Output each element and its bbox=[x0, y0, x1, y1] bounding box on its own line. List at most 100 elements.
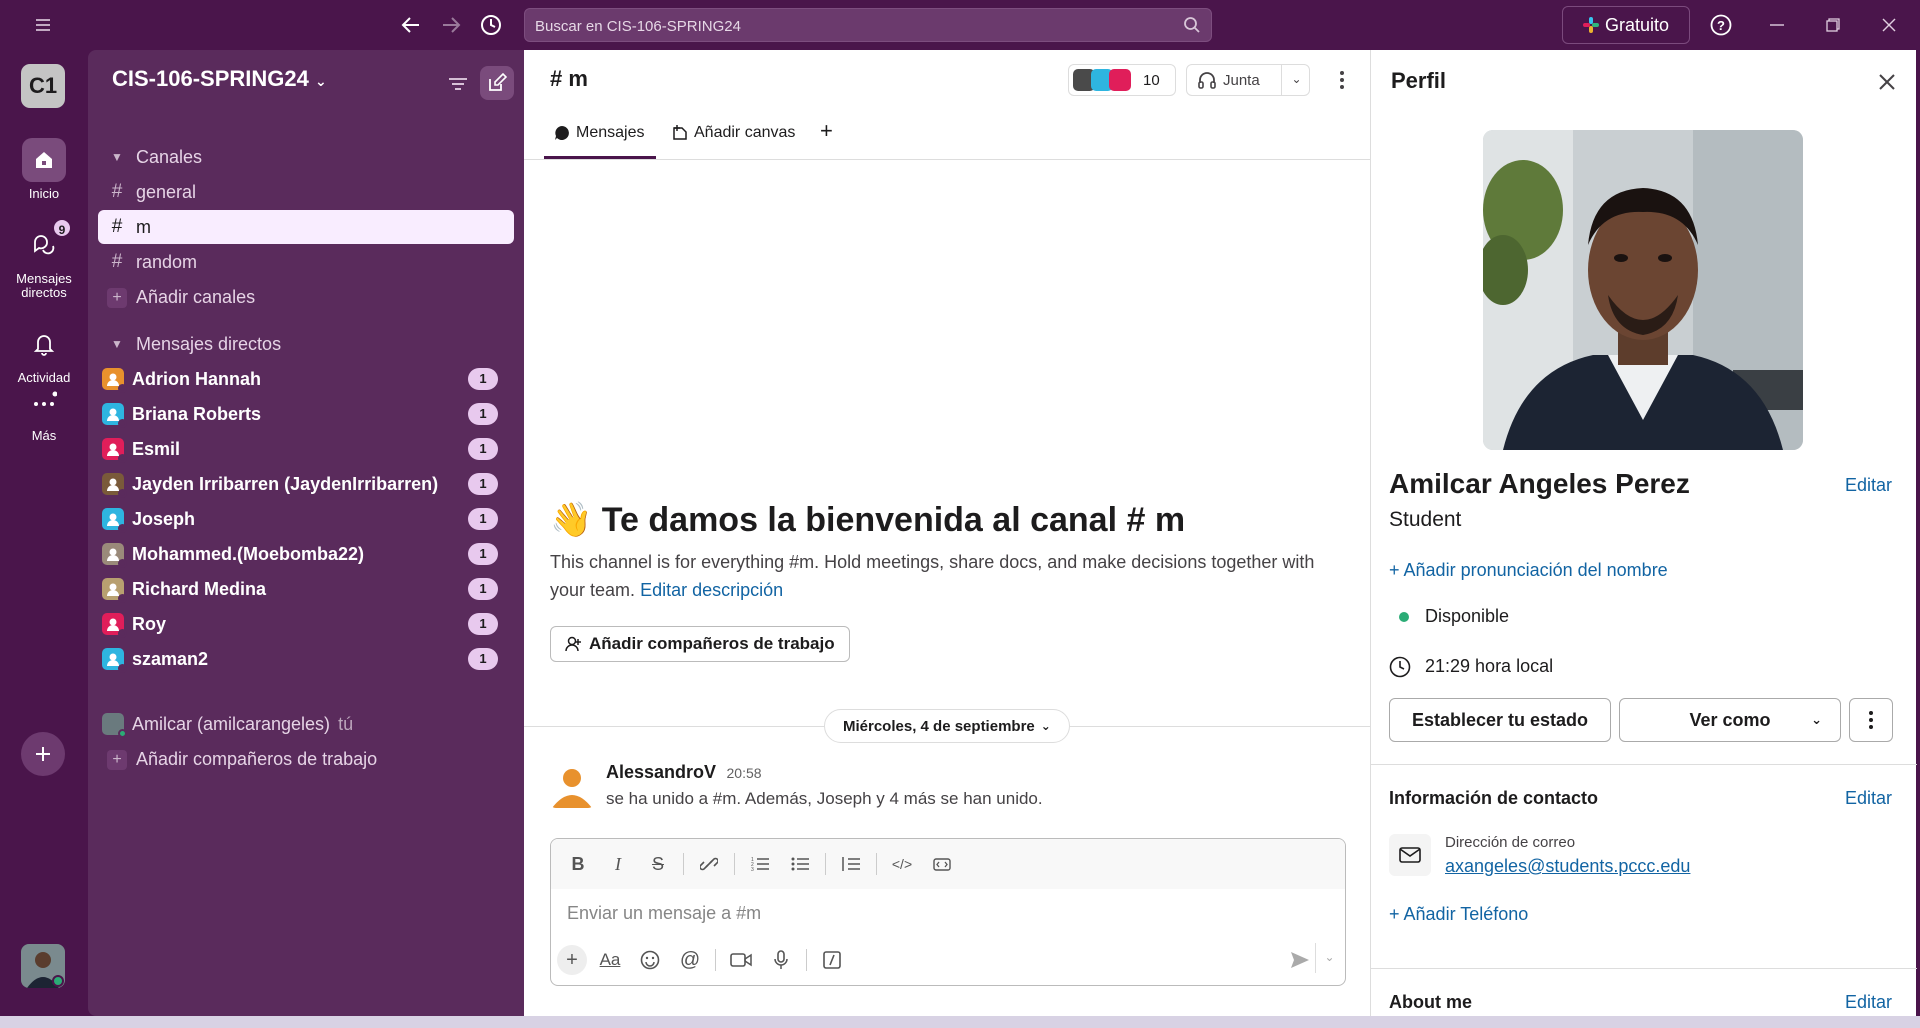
link-icon[interactable] bbox=[692, 847, 726, 881]
rail-item-home[interactable]: Inicio bbox=[0, 138, 88, 201]
rail-item-activity[interactable]: Actividad bbox=[0, 322, 88, 385]
help-icon[interactable]: ? bbox=[1708, 12, 1734, 38]
workspace-name-button[interactable]: CIS-106-SPRING24 ⌄ bbox=[112, 66, 327, 92]
add-phone-link[interactable]: + Añadir Teléfono bbox=[1389, 904, 1528, 925]
mention-icon[interactable]: @ bbox=[673, 943, 707, 977]
close-window-icon[interactable] bbox=[1876, 12, 1902, 38]
dm-item[interactable]: Richard Medina 1 bbox=[98, 572, 514, 606]
text-format-icon[interactable]: Aa bbox=[593, 943, 627, 977]
minimize-window-icon[interactable] bbox=[1764, 12, 1790, 38]
chevron-down-icon: ⌄ bbox=[1040, 719, 1051, 733]
microphone-icon[interactable] bbox=[764, 943, 798, 977]
add-coworkers-sidebar-button[interactable]: + Añadir compañeros de trabajo bbox=[98, 742, 514, 776]
message-timestamp[interactable]: 20:58 bbox=[727, 765, 762, 781]
dm-item[interactable]: Joseph 1 bbox=[98, 502, 514, 536]
edit-profile-link[interactable]: Editar bbox=[1845, 475, 1892, 496]
dm-name: Jayden Irribarren (JaydenIrribarren) bbox=[132, 473, 439, 494]
code-icon[interactable]: </> bbox=[885, 847, 919, 881]
edit-about-link[interactable]: Editar bbox=[1845, 992, 1892, 1013]
huddle-button[interactable]: Junta ⌄ bbox=[1186, 64, 1310, 96]
strikethrough-icon[interactable]: S bbox=[641, 847, 675, 881]
hamburger-menu-icon[interactable] bbox=[30, 13, 56, 37]
edit-description-link[interactable]: Editar descripción bbox=[640, 580, 783, 600]
dm-item[interactable]: Mohammed.(Moebomba22) 1 bbox=[98, 537, 514, 571]
back-arrow-icon[interactable] bbox=[398, 12, 424, 38]
view-as-button[interactable]: Ver como ⌄ bbox=[1619, 698, 1841, 742]
chevron-down-icon[interactable]: ⌄ bbox=[1281, 65, 1311, 95]
profile-more-icon[interactable] bbox=[1849, 698, 1893, 742]
ordered-list-icon[interactable]: 123 bbox=[743, 847, 777, 881]
profile-photo[interactable] bbox=[1483, 130, 1803, 450]
send-icon[interactable] bbox=[1287, 949, 1313, 971]
add-channels-button[interactable]: + Añadir canales bbox=[98, 280, 514, 314]
set-status-button[interactable]: Establecer tu estado bbox=[1389, 698, 1611, 742]
channel-item-general[interactable]: # general bbox=[98, 175, 514, 209]
send-options-chevron-icon[interactable]: ⌄ bbox=[1315, 943, 1343, 973]
dm-item[interactable]: szaman2 1 bbox=[98, 642, 514, 676]
bell-icon bbox=[22, 322, 66, 366]
dm-item[interactable]: Jayden Irribarren (JaydenIrribarren) 1 bbox=[98, 467, 514, 501]
italic-icon[interactable]: I bbox=[601, 847, 635, 881]
add-tab-plus-icon[interactable]: + bbox=[820, 118, 833, 144]
message-input[interactable]: Enviar un mensaje a #m bbox=[567, 903, 761, 924]
chevron-down-icon: ⌄ bbox=[1811, 712, 1822, 727]
add-coworkers-label: Añadir compañeros de trabajo bbox=[589, 634, 835, 653]
avatar bbox=[102, 403, 127, 428]
rail-item-more[interactable]: Más bbox=[0, 380, 88, 443]
dms-section-toggle[interactable]: ▼ Mensajes directos bbox=[98, 327, 514, 361]
compose-button[interactable] bbox=[480, 66, 514, 100]
dm-name: Richard Medina bbox=[132, 578, 267, 599]
bullet-list-icon[interactable] bbox=[783, 847, 817, 881]
filter-icon[interactable] bbox=[444, 70, 472, 98]
search-input[interactable]: Buscar en CIS-106-SPRING24 bbox=[524, 8, 1212, 42]
profile-name: Amilcar Angeles Perez bbox=[1389, 468, 1690, 499]
channel-kebab-icon[interactable] bbox=[1328, 66, 1356, 94]
dm-item[interactable]: Briana Roberts 1 bbox=[98, 397, 514, 431]
add-coworkers-button[interactable]: Añadir compañeros de trabajo bbox=[550, 626, 850, 662]
add-pronunciation-label: Añadir pronunciación del nombre bbox=[1403, 560, 1668, 580]
tab-messages[interactable]: Mensajes bbox=[554, 124, 644, 142]
dm-name: Briana Roberts bbox=[132, 403, 262, 424]
emoji-icon[interactable] bbox=[633, 943, 667, 977]
avatar[interactable] bbox=[550, 764, 594, 808]
channel-item-m[interactable]: # m bbox=[98, 210, 514, 244]
dm-item-self[interactable]: Amilcar (amilcarangeles) tú bbox=[98, 707, 514, 741]
dm-item[interactable]: Esmil 1 bbox=[98, 432, 514, 466]
rail-item-dms[interactable]: 9 Mensajes directos bbox=[0, 218, 88, 300]
channel-title[interactable]: # m bbox=[550, 66, 588, 92]
tab-add-canvas[interactable]: Añadir canvas bbox=[672, 124, 795, 142]
message-author[interactable]: AlessandroV bbox=[606, 762, 716, 782]
close-icon[interactable] bbox=[1873, 68, 1901, 96]
blockquote-icon[interactable] bbox=[834, 847, 868, 881]
code-block-icon[interactable] bbox=[925, 847, 959, 881]
dm-item[interactable]: Adrion Hannah 1 bbox=[98, 362, 514, 396]
unread-badge: 1 bbox=[468, 578, 498, 600]
avatar bbox=[102, 438, 127, 463]
add-pronunciation-link[interactable]: + Añadir pronunciación del nombre bbox=[1389, 560, 1668, 581]
restore-window-icon[interactable] bbox=[1820, 12, 1846, 38]
add-workspace-button[interactable] bbox=[21, 732, 65, 776]
more-icon bbox=[22, 380, 66, 424]
svg-text:3: 3 bbox=[751, 867, 754, 872]
date-divider-pill[interactable]: Miércoles, 4 de septiembre ⌄ bbox=[824, 709, 1070, 743]
edit-contact-link[interactable]: Editar bbox=[1845, 788, 1892, 809]
email-link[interactable]: axangeles@students.pccc.edu bbox=[1445, 856, 1690, 877]
composer-actions: + Aa @ bbox=[557, 943, 849, 977]
history-clock-icon[interactable] bbox=[478, 12, 504, 38]
plan-upgrade-button[interactable]: Gratuito bbox=[1562, 6, 1690, 44]
slash-command-icon[interactable] bbox=[815, 943, 849, 977]
user-avatar[interactable] bbox=[21, 944, 65, 988]
video-icon[interactable] bbox=[724, 943, 758, 977]
channels-section-toggle[interactable]: ▼ Canales bbox=[98, 140, 514, 174]
forward-arrow-icon[interactable] bbox=[438, 12, 464, 38]
dm-item[interactable]: Roy 1 bbox=[98, 607, 514, 641]
bold-icon[interactable]: B bbox=[561, 847, 595, 881]
channels-header: Canales bbox=[136, 146, 203, 167]
workspace-switcher-button[interactable]: C1 bbox=[21, 64, 65, 108]
channel-item-random[interactable]: # random bbox=[98, 245, 514, 279]
plus-icon bbox=[36, 747, 50, 761]
member-avatar bbox=[1109, 69, 1131, 91]
members-button[interactable]: 10 bbox=[1068, 64, 1176, 96]
attach-plus-icon[interactable]: + bbox=[557, 945, 587, 975]
presence-status: Disponible bbox=[1425, 606, 1510, 626]
